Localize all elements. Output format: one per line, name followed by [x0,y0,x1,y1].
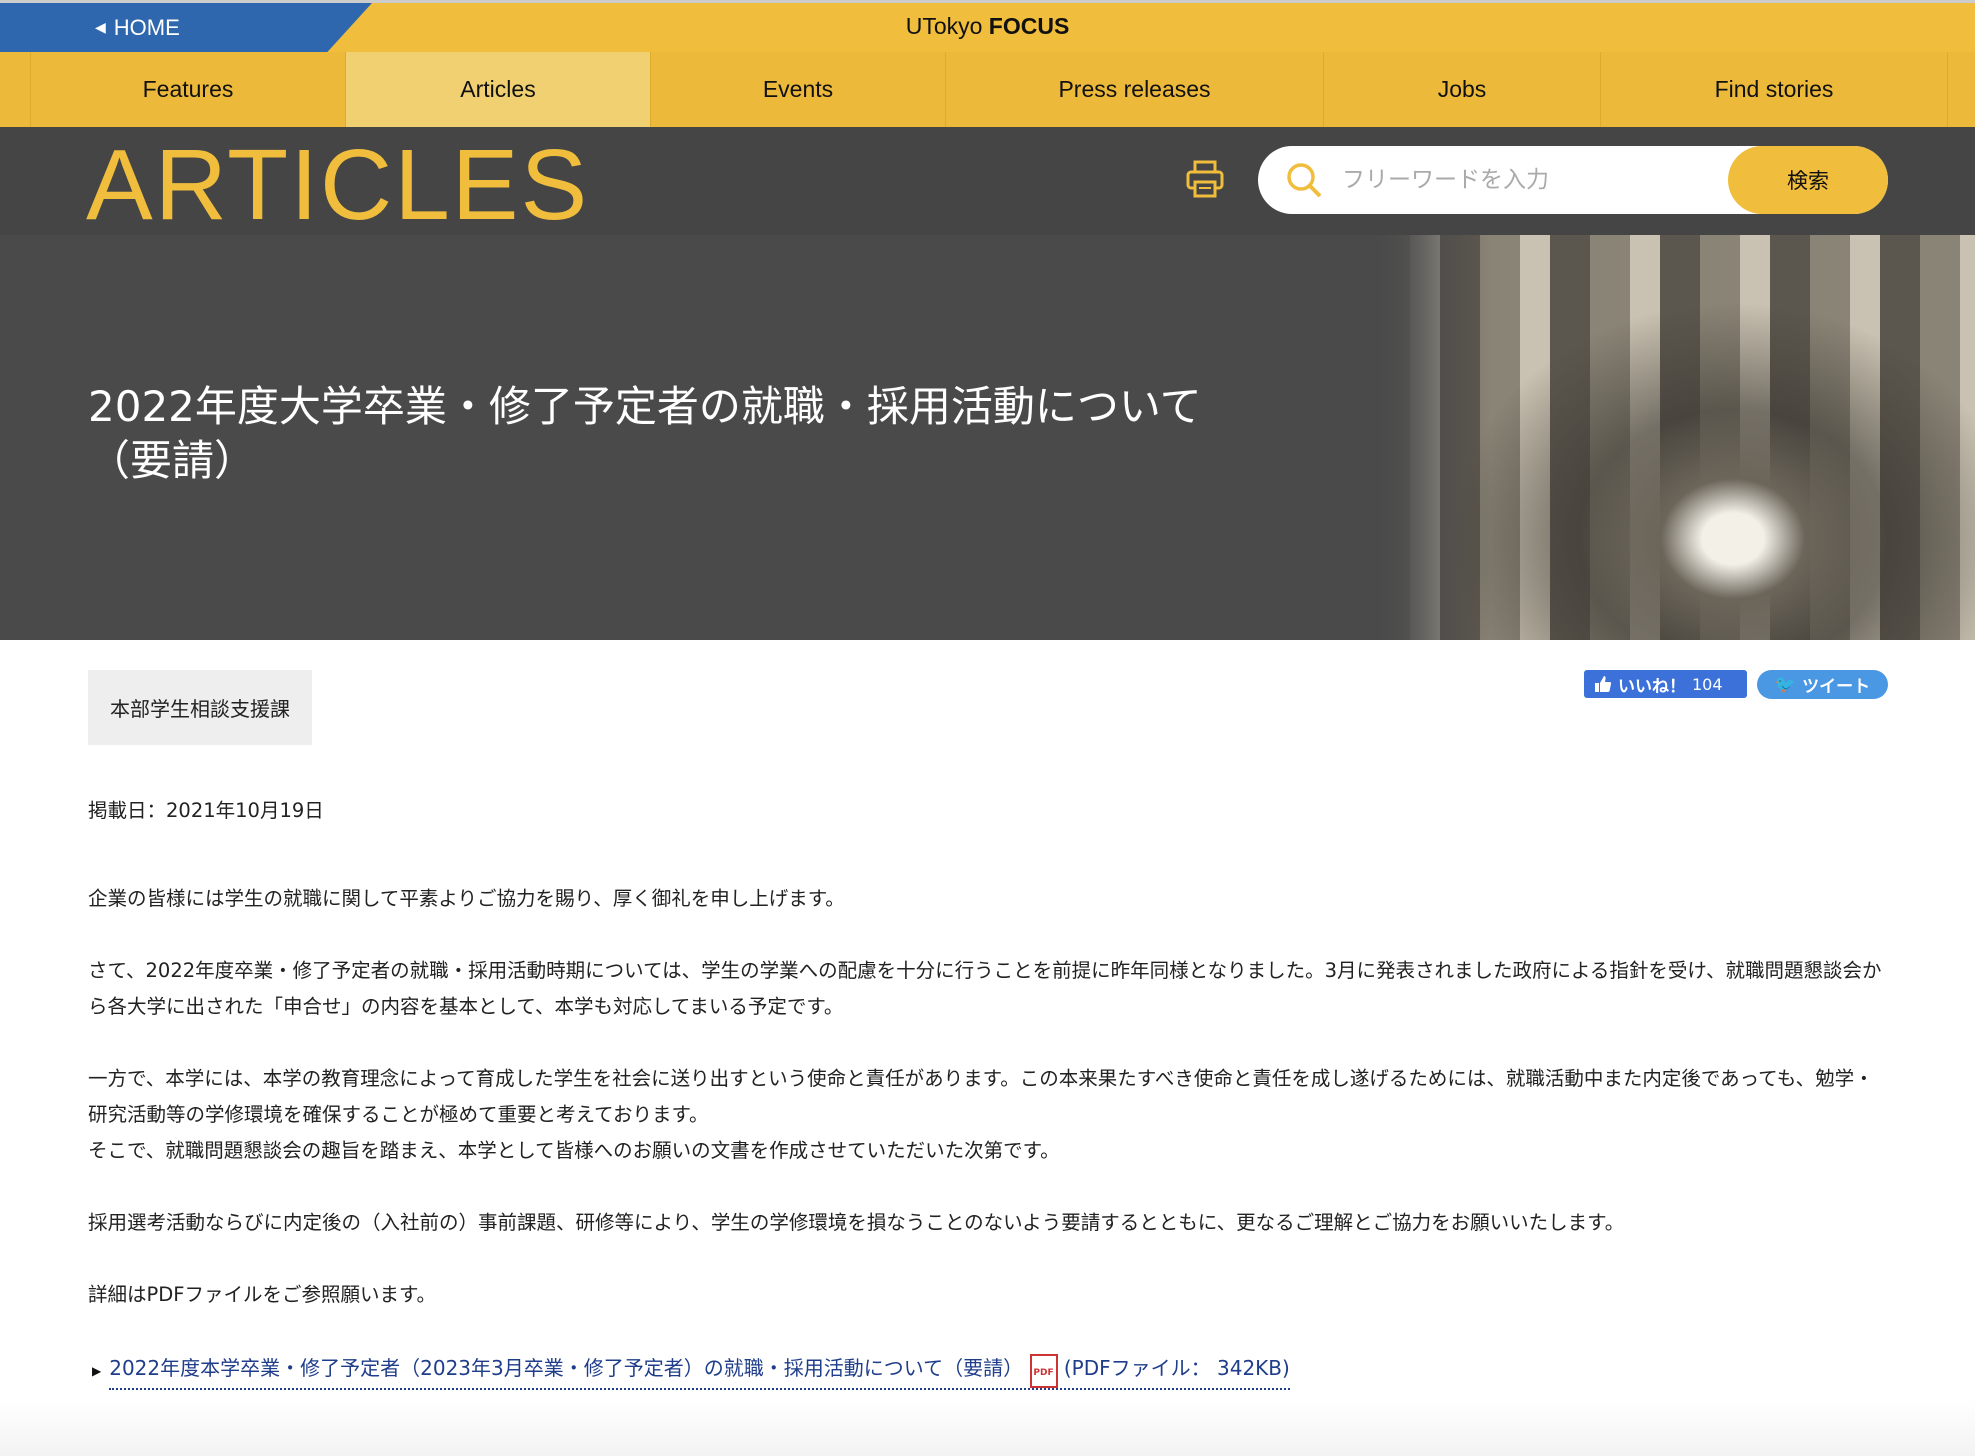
search-button[interactable]: 検索 [1728,146,1888,214]
brand-light: UTokyo [905,13,983,39]
facebook-like-button[interactable]: いいね！ 104 [1584,670,1747,698]
pdf-link[interactable]: 2022年度本学卒業・修了予定者（2023年3月卒業・修了予定者）の就職・採用活… [109,1352,1290,1390]
article-body: 掲載日：2021年10月19日 企業の皆様には学生の就職に関して平素よりご協力を… [88,793,1888,1349]
paragraph: 一方で、本学には、本学の教育理念によって育成した学生を社会に送り出すという使命と… [88,1067,1874,1162]
section-title: ARTICLES [86,129,590,241]
twitter-bird-icon: 🐦 [1774,674,1797,695]
hero-banner: 2022年度大学卒業・修了予定者の就職・採用活動について（要請） [0,235,1975,640]
site-brand[interactable]: UTokyo FOCUS [0,13,1975,40]
search-icon [1287,163,1322,198]
print-icon[interactable] [1185,159,1225,199]
search-bar: 検索 [1258,146,1888,214]
brand-bold: FOCUS [988,13,1070,39]
top-bar: ◀ HOME UTokyo FOCUS [0,0,1975,52]
pdf-link-text: 2022年度本学卒業・修了予定者（2023年3月卒業・修了予定者）の就職・採用活… [109,1356,1024,1380]
nav-articles[interactable]: Articles [345,52,650,127]
tweet-label: ツイート [1802,677,1871,697]
hero-image-archway [1370,235,1975,640]
page-bottom-fade [0,1400,1975,1456]
nav-features[interactable]: Features [30,52,345,127]
paragraph: 採用選考活動ならびに内定後の（入社前の）事前課題、研修等により、学生の学修環境を… [88,1211,1625,1234]
paragraph: 詳細はPDFファイルをご参照願います。 [88,1283,437,1306]
department-tag[interactable]: 本部学生相談支援課 [88,670,312,745]
pdf-file-icon: PDF [1029,1354,1058,1388]
nav-jobs[interactable]: Jobs [1323,52,1600,127]
section-header: ARTICLES 検索 [0,127,1975,235]
paragraph: 企業の皆様には学生の就職に関して平素よりご協力を賜り、厚く御礼を申し上げます。 [88,887,845,910]
nav-press-releases[interactable]: Press releases [945,52,1323,127]
pdf-link-item: ▶ 2022年度本学卒業・修了予定者（2023年3月卒業・修了予定者）の就職・採… [92,1352,1290,1390]
paragraph: さて、2022年度卒業・修了予定者の就職・採用活動時期については、学生の学業への… [88,959,1882,1018]
nav-find-stories[interactable]: Find stories [1600,52,1948,127]
like-count: 104 [1692,674,1723,694]
search-input[interactable] [1342,167,1702,193]
article-title: 2022年度大学卒業・修了予定者の就職・採用活動について（要請） [88,382,1202,485]
nav-events[interactable]: Events [650,52,945,127]
post-date: 掲載日：2021年10月19日 [88,799,324,822]
thumbs-up-icon [1595,676,1612,692]
tweet-button[interactable]: 🐦 ツイート [1757,670,1888,699]
pdf-file-size: (PDFファイル： 342KB) [1063,1356,1290,1380]
main-nav: Features Articles Events Press releases … [0,52,1975,127]
bullet-caret-icon: ▶ [92,1364,102,1378]
like-label: いいね！ [1618,676,1686,697]
